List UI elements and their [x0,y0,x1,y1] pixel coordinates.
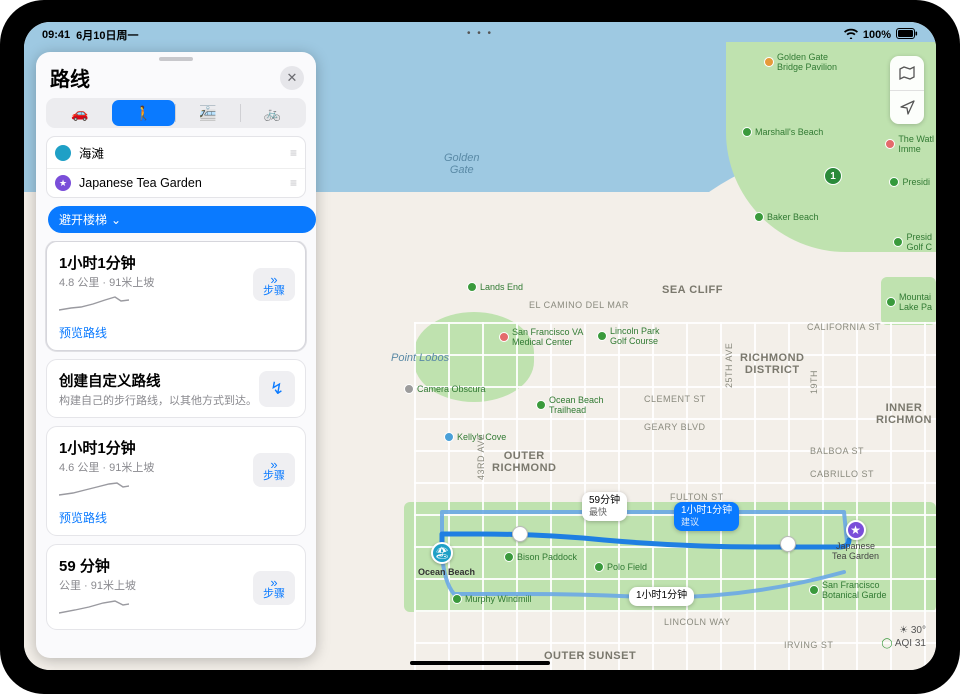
weather-widget[interactable]: ☀︎ 30° ◯ AQI 31 [881,625,926,650]
panel-title: 路线 [50,63,90,92]
poi-murphy: Murphy Windmill [452,594,532,604]
chevron-down-icon: ⌄ [111,213,121,227]
route-detail: 4.6 公里 · 91米上坡 [59,459,253,475]
reorder-handle-icon[interactable]: ≡ [290,146,297,160]
battery-icon [896,28,918,42]
route-time: 59 分钟 [59,555,253,576]
elevation-sparkline [59,597,129,615]
status-date: 6月10日周一 [76,27,138,43]
mode-transit[interactable]: 🚈 [176,100,240,126]
route-detail: 公里 · 91米上坡 [59,577,253,593]
directions-panel: 路线 ✕ 🚗 🚶 🚈 🚲 海滩 ≡ ★ Japanese T [36,52,316,658]
destination-pin[interactable]: ★ Japanese Tea Garden [832,520,879,561]
star-icon: ★ [55,175,71,191]
locate-button[interactable] [890,90,924,124]
route-badge-suggested[interactable]: 1小时1分钟建议 [674,502,739,531]
origin-pin[interactable]: 🏖 [431,542,453,564]
status-time: 09:41 [42,29,70,41]
custom-route-title: 创建自定义路线 [59,370,259,391]
route-time: 1小时1分钟 [59,437,253,458]
panel-grabber[interactable] [159,57,193,61]
create-custom-route[interactable]: 创建自定义路线 构建自己的步行路线，以其他方式到达。 ↯ [46,359,306,418]
preview-route-link[interactable]: 预览路线 [59,509,295,526]
steps-button[interactable]: »步骤 [253,571,295,605]
custom-route-sub: 构建自己的步行路线，以其他方式到达。 [59,394,259,408]
route-badge-alt[interactable]: 1小时1分钟 [629,587,694,606]
elevation-sparkline [59,294,129,312]
stop-to[interactable]: ★ Japanese Tea Garden ≡ [47,168,305,197]
poi-polo: Polo Field [594,562,647,572]
beach-icon [55,145,71,161]
poi-sfbg: San Francisco Botanical Garde [809,580,887,600]
custom-route-icon: ↯ [259,371,295,407]
close-button[interactable]: ✕ [280,66,304,90]
mode-driving[interactable]: 🚗 [48,100,112,126]
route-option-2[interactable]: 1小时1分钟 4.6 公里 · 91米上坡 »步骤 预览路线 [46,426,306,536]
map-mode-button[interactable] [890,56,924,90]
crossing-marker [512,526,528,542]
mode-cycling[interactable]: 🚲 [241,100,305,126]
home-indicator[interactable] [410,661,550,665]
preview-route-link[interactable]: 预览路线 [59,324,295,341]
map-controls [890,56,924,124]
multitask-dots[interactable]: • • • [467,28,493,39]
stop-from[interactable]: 海滩 ≡ [47,137,305,168]
elevation-sparkline [59,479,129,497]
route-stops: 海滩 ≡ ★ Japanese Tea Garden ≡ [46,136,306,198]
stop-to-label: Japanese Tea Garden [79,176,202,190]
route-badge-fastest[interactable]: 59分钟最快 [582,492,627,521]
route-option-1[interactable]: 1小时1分钟 4.8 公里 · 91米上坡 »步骤 预览路线 [46,241,306,351]
transport-mode-segmented: 🚗 🚶 🚈 🚲 [46,98,306,128]
avoid-stairs-chip[interactable]: 避开楼梯⌄ [48,206,316,233]
battery-text: 100% [863,29,891,41]
poi-bison: Bison Paddock [504,552,577,562]
stop-from-label: 海滩 [79,143,104,162]
crossing-marker [780,536,796,552]
mode-walking[interactable]: 🚶 [112,100,176,126]
steps-button[interactable]: »步骤 [253,453,295,487]
route-time: 1小时1分钟 [59,252,253,273]
reorder-handle-icon[interactable]: ≡ [290,176,297,190]
route-detail: 4.8 公里 · 91米上坡 [59,274,253,290]
wifi-icon [844,28,858,42]
steps-button[interactable]: »步骤 [253,268,295,302]
route-option-3[interactable]: 59 分钟 公里 · 91米上坡 »步骤 [46,544,306,630]
origin-label: Ocean Beach [418,567,475,577]
